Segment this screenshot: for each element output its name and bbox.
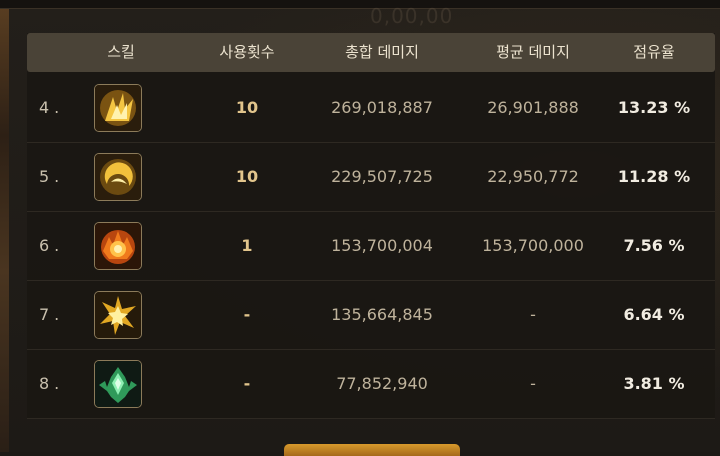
total-damage: 77,852,940 [336,374,428,393]
table-row: 8. - 77,852,940 - 3.81 % [27,350,715,418]
average-damage: 26,901,888 [487,98,579,117]
golden-star-burst-icon [94,291,142,339]
damage-share: 13.23 % [617,98,691,117]
header-average-damage: 평균 데미지 [496,43,570,61]
row-divider [27,418,715,419]
damage-share: 11.28 % [617,167,691,186]
table-row: 6. 1 153,700,004 153,700,000 7.56 % [27,212,715,280]
fire-explosion-icon [94,222,142,270]
header-total-damage: 총합 데미지 [345,43,419,61]
rank-number: 8. [39,374,65,393]
golden-flame-claw-icon [94,84,142,132]
total-damage: 229,507,725 [331,167,433,186]
average-damage: 153,700,000 [482,236,584,255]
use-count: - [243,374,251,393]
damage-share: 3.81 % [623,374,685,393]
total-damage: 269,018,887 [331,98,433,117]
golden-crescent-slash-icon [94,153,142,201]
use-count: 10 [235,98,259,117]
table-row: 5. 10 229,507,725 22,950,772 11.28 % [27,143,715,211]
top-bar [0,0,720,9]
rank-number: 7. [39,305,65,324]
rank-number: 4. [39,98,65,117]
left-edge-decoration [0,0,9,452]
table-header: 스킬 사용횟수 총합 데미지 평균 데미지 점유율 [27,33,715,72]
use-count: 1 [241,236,253,255]
table-row: 4. 10 269,018,887 26,901,888 13.23 % [27,74,715,142]
use-count: 10 [235,167,259,186]
average-damage: - [530,374,536,393]
header-skill: 스킬 [107,43,135,61]
total-damage: 153,700,004 [331,236,433,255]
green-spirit-crystal-icon [94,360,142,408]
header-share: 점유율 [633,43,675,61]
header-uses: 사용횟수 [219,43,275,61]
use-count: - [243,305,251,324]
faded-background-text: 0,00,00 [370,4,454,28]
average-damage: 22,950,772 [487,167,579,186]
rank-number: 6. [39,236,65,255]
average-damage: - [530,305,536,324]
damage-share: 6.64 % [623,305,685,324]
total-damage: 135,664,845 [331,305,433,324]
bottom-action-button[interactable] [284,444,460,456]
rank-number: 5. [39,167,65,186]
table-row: 7. - 135,664,845 - 6.64 % [27,281,715,349]
damage-share: 7.56 % [623,236,685,255]
